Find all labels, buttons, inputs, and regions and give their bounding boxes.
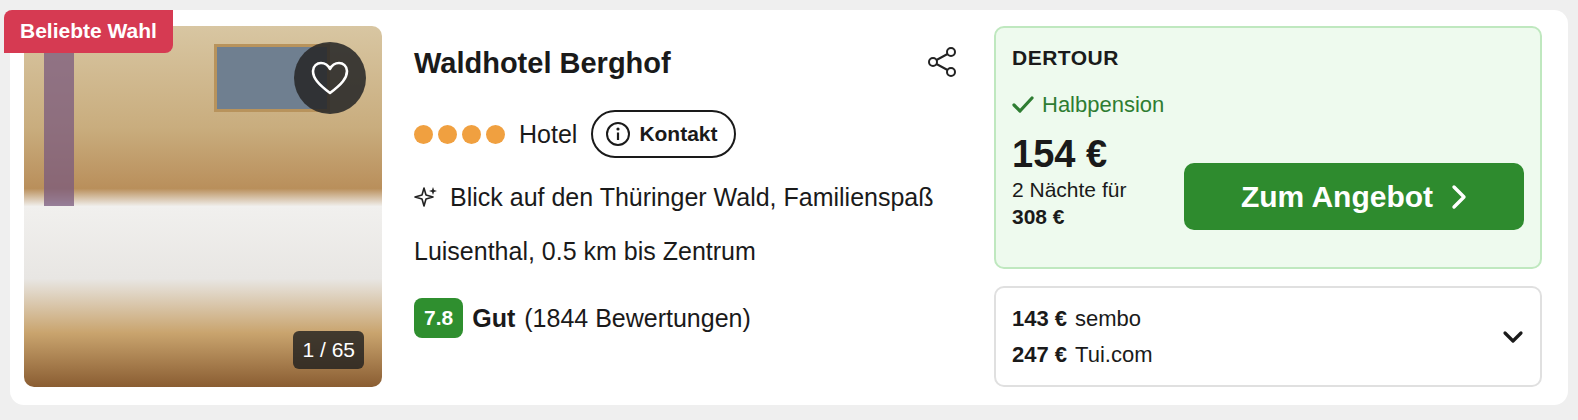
contact-button[interactable]: Kontakt	[591, 110, 735, 158]
review-count[interactable]: (1844 Bewertungen)	[524, 304, 751, 333]
offer-button[interactable]: Zum Angebot	[1184, 163, 1524, 230]
title-row: Waldhotel Berghof	[414, 46, 962, 80]
favorite-button[interactable]	[294, 42, 366, 114]
board-label: Halbpension	[1042, 92, 1164, 118]
highlights-text: Blick auf den Thüringer Wald, Familiensp…	[450, 180, 934, 215]
popular-badge: Beliebte Wahl	[4, 10, 173, 53]
other-offers-list: 143 € sembo 247 € Tui.com	[1012, 306, 1152, 368]
location: Luisenthal, 0.5 km bis Zentrum	[414, 237, 962, 266]
offers: DERTOUR Halbpension 154 €2 Nächte für308 €…	[994, 26, 1542, 387]
best-offer[interactable]: DERTOUR Halbpension 154 €2 Nächte für308 €…	[994, 26, 1542, 269]
chevron-right-icon	[1451, 184, 1467, 210]
heart-icon	[310, 60, 350, 96]
other-offer[interactable]: 247 € Tui.com	[1012, 342, 1152, 368]
other-offer-price: 143 €	[1012, 306, 1067, 331]
star-icon	[486, 125, 505, 144]
highlights: Blick auf den Thüringer Wald, Familiensp…	[414, 180, 962, 215]
price-info: 154 €2 Nächte für308 €	[1012, 132, 1126, 230]
star-rating	[414, 125, 505, 144]
hotel-info: Waldhotel Berghof Hotel Kontakt Blick auf d…	[414, 26, 962, 387]
photo-detail	[44, 46, 74, 206]
check-icon	[1012, 95, 1034, 115]
price-row: 154 €2 Nächte für308 € Zum Angebot	[1012, 132, 1524, 230]
info-icon	[605, 121, 631, 147]
board-type: Halbpension	[1012, 92, 1524, 118]
hotel-type: Hotel	[519, 120, 577, 149]
rating: 7.8 Gut (1844 Bewertungen)	[414, 298, 962, 338]
share-icon[interactable]	[926, 46, 958, 78]
chevron-down-icon	[1502, 330, 1524, 344]
other-offer[interactable]: 143 € sembo	[1012, 306, 1152, 332]
image-counter: 1 / 65	[293, 331, 364, 369]
hotel-card[interactable]: 1 / 65Beliebte WahlWaldhotel BerghofHote…	[10, 10, 1568, 405]
other-offer-price: 247 €	[1012, 342, 1067, 367]
nights-label: 2 Nächte für	[1012, 176, 1126, 204]
sparkle-icon	[414, 186, 438, 210]
offer-button-label[interactable]: Zum Angebot	[1241, 180, 1433, 214]
hotel-name[interactable]: Waldhotel Berghof	[414, 46, 671, 80]
contact-label[interactable]: Kontakt	[639, 122, 717, 146]
star-icon	[438, 125, 457, 144]
meta-row: Hotel Kontakt	[414, 110, 962, 158]
rating-label: Gut	[472, 304, 515, 333]
other-offer-provider: sembo	[1075, 306, 1141, 331]
offer-provider: DERTOUR	[1012, 46, 1524, 70]
total-price: 308 €	[1012, 204, 1126, 230]
other-offers[interactable]: 143 € sembo 247 € Tui.com	[994, 286, 1542, 387]
hotel-photo[interactable]: 1 / 65	[24, 26, 382, 387]
nightly-price: 154 €	[1012, 132, 1126, 176]
star-icon	[414, 125, 433, 144]
rating-score: 7.8	[414, 298, 463, 338]
other-offer-provider: Tui.com	[1075, 342, 1152, 367]
star-icon	[462, 125, 481, 144]
